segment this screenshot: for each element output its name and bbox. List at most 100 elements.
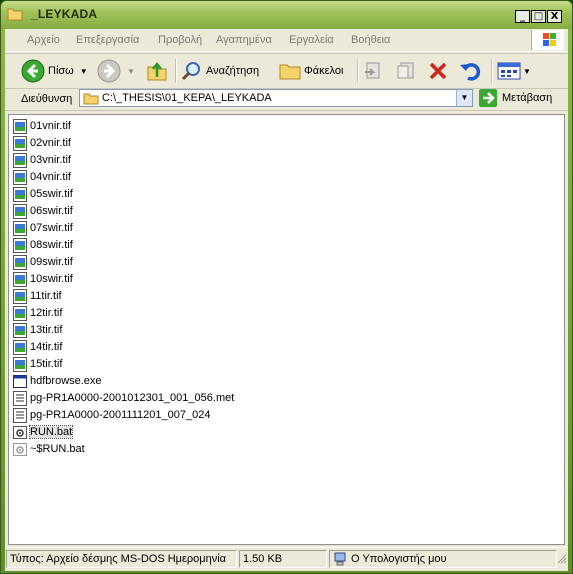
menu-file[interactable]: Αρχείο	[27, 34, 60, 46]
my-computer-icon	[334, 552, 346, 566]
image-file-icon	[13, 169, 27, 185]
list-item[interactable]: 05swir.tif	[13, 186, 73, 202]
undo-button[interactable]	[459, 59, 483, 83]
go-label: Μετάβαση	[502, 92, 553, 104]
list-item[interactable]: 13tir.tif	[13, 322, 62, 338]
search-icon	[181, 62, 200, 81]
go-button[interactable]: Μετάβαση	[479, 89, 552, 107]
address-path: C:\_THESIS\01_KEPA\_LEYKADA	[102, 92, 272, 104]
image-file-icon	[13, 203, 27, 219]
list-item[interactable]: hdfbrowse.exe	[13, 373, 102, 389]
toolbar: Πίσω ▼ ▼ Αναζήτηση Φάκελοι ▼	[5, 53, 568, 89]
image-file-icon	[13, 237, 27, 253]
address-bar: Διεύθυνση C:\_THESIS\01_KEPA\_LEYKADA ▼ …	[5, 88, 568, 111]
menu-bar: Αρχείο Επεξεργασία Προβολή Αγαπημένα Εργ…	[5, 29, 568, 52]
image-file-icon	[13, 322, 27, 338]
status-file-type: Τύπος: Αρχείο δέσμης MS-DOS Ημερομηνία	[6, 550, 237, 568]
go-arrow-icon	[479, 89, 497, 107]
forward-button[interactable]: ▼	[97, 59, 135, 83]
list-item[interactable]: 04vnir.tif	[13, 169, 71, 185]
list-item[interactable]: 11tir.tif	[13, 288, 62, 304]
list-item[interactable]: pg-PR1A0000-2001012301_001_056.met	[13, 390, 234, 406]
menu-favorites[interactable]: Αγαπημένα	[216, 34, 272, 46]
address-label: Διεύθυνση	[21, 93, 73, 105]
back-button[interactable]: Πίσω ▼	[21, 59, 88, 83]
folders-icon	[279, 64, 301, 80]
image-file-icon	[13, 271, 27, 287]
window-title: _LEYKADA	[31, 7, 98, 21]
delete-button[interactable]	[427, 59, 449, 83]
chevron-down-icon[interactable]: ▼	[523, 67, 531, 76]
image-file-icon	[13, 135, 27, 151]
window-body: Αρχείο Επεξεργασία Προβολή Αγαπημένα Εργ…	[5, 29, 568, 571]
views-icon	[497, 62, 521, 80]
explorer-window: _LEYKADA _ □ X Αρχείο Επεξεργασία Προβολ…	[0, 0, 573, 574]
list-item[interactable]: 15tir.tif	[13, 356, 62, 372]
status-location-label: Ο Υπολογιστής μου	[351, 553, 447, 565]
resize-grip-icon[interactable]	[557, 554, 567, 564]
text-file-icon	[13, 407, 27, 423]
text-file-icon	[13, 390, 27, 406]
up-folder-icon	[147, 61, 167, 81]
image-file-icon	[13, 288, 27, 304]
image-file-icon	[13, 220, 27, 236]
folder-icon	[83, 93, 99, 105]
list-item[interactable]: 08swir.tif	[13, 237, 73, 253]
windows-logo-icon	[531, 30, 564, 50]
image-file-icon	[13, 186, 27, 202]
image-file-icon	[13, 305, 27, 321]
list-item[interactable]: RUN.bat	[13, 424, 74, 440]
folder-icon	[7, 8, 23, 21]
search-button[interactable]: Αναζήτηση	[181, 59, 259, 83]
status-file-size: 1.50 KB	[239, 550, 327, 568]
minimize-button[interactable]: _	[515, 10, 530, 23]
folders-label: Φάκελοι	[304, 65, 344, 77]
up-folder-button[interactable]	[145, 59, 169, 83]
list-item[interactable]: 03vnir.tif	[13, 152, 71, 168]
address-input[interactable]: C:\_THESIS\01_KEPA\_LEYKADA ▼	[79, 89, 473, 107]
chevron-down-icon[interactable]: ▼	[80, 67, 88, 76]
list-item[interactable]: 02vnir.tif	[13, 135, 71, 151]
list-item[interactable]: 06swir.tif	[13, 203, 73, 219]
list-item[interactable]: 12tir.tif	[13, 305, 62, 321]
views-button[interactable]: ▼	[497, 59, 531, 83]
chevron-down-icon[interactable]: ▼	[127, 67, 135, 76]
menu-edit[interactable]: Επεξεργασία	[76, 34, 139, 46]
list-item[interactable]: pg-PR1A0000-2001111201_007_024	[13, 407, 210, 423]
file-list: 01vnir.tif 02vnir.tif 03vnir.tif 04vnir.…	[8, 114, 565, 545]
address-dropdown-icon[interactable]: ▼	[456, 90, 472, 106]
bat-file-icon	[13, 425, 27, 439]
image-file-icon	[13, 356, 27, 372]
back-arrow-icon	[21, 59, 45, 83]
bat-file-icon	[13, 442, 27, 456]
list-item[interactable]: 14tir.tif	[13, 339, 62, 355]
search-label: Αναζήτηση	[206, 65, 260, 77]
image-file-icon	[13, 254, 27, 270]
move-to-button[interactable]	[363, 59, 385, 83]
image-file-icon	[13, 152, 27, 168]
exe-file-icon	[13, 374, 27, 388]
copy-to-button[interactable]	[395, 59, 417, 83]
menu-tools[interactable]: Εργαλεία	[289, 34, 334, 46]
list-item[interactable]: 07swir.tif	[13, 220, 73, 236]
image-file-icon	[13, 118, 27, 134]
list-item[interactable]: ~$RUN.bat	[13, 441, 85, 457]
move-to-icon	[365, 62, 380, 79]
maximize-button[interactable]: □	[531, 10, 546, 23]
delete-icon	[429, 62, 447, 80]
title-bar[interactable]: _LEYKADA _ □ X	[1, 1, 572, 29]
menu-view[interactable]: Προβολή	[158, 34, 202, 46]
back-label: Πίσω	[48, 65, 74, 77]
folders-button[interactable]: Φάκελοι	[279, 59, 343, 83]
status-location: Ο Υπολογιστής μου	[329, 550, 557, 568]
copy-to-icon	[397, 62, 414, 79]
undo-icon	[460, 63, 481, 81]
status-bar: Τύπος: Αρχείο δέσμης MS-DOS Ημερομηνία 1…	[5, 547, 568, 570]
image-file-icon	[13, 339, 27, 355]
forward-arrow-icon	[97, 59, 121, 83]
menu-help[interactable]: Βοήθεια	[351, 34, 390, 46]
close-button[interactable]: X	[547, 10, 562, 23]
list-item[interactable]: 01vnir.tif	[13, 118, 71, 134]
list-item[interactable]: 09swir.tif	[13, 254, 73, 270]
list-item[interactable]: 10swir.tif	[13, 271, 73, 287]
